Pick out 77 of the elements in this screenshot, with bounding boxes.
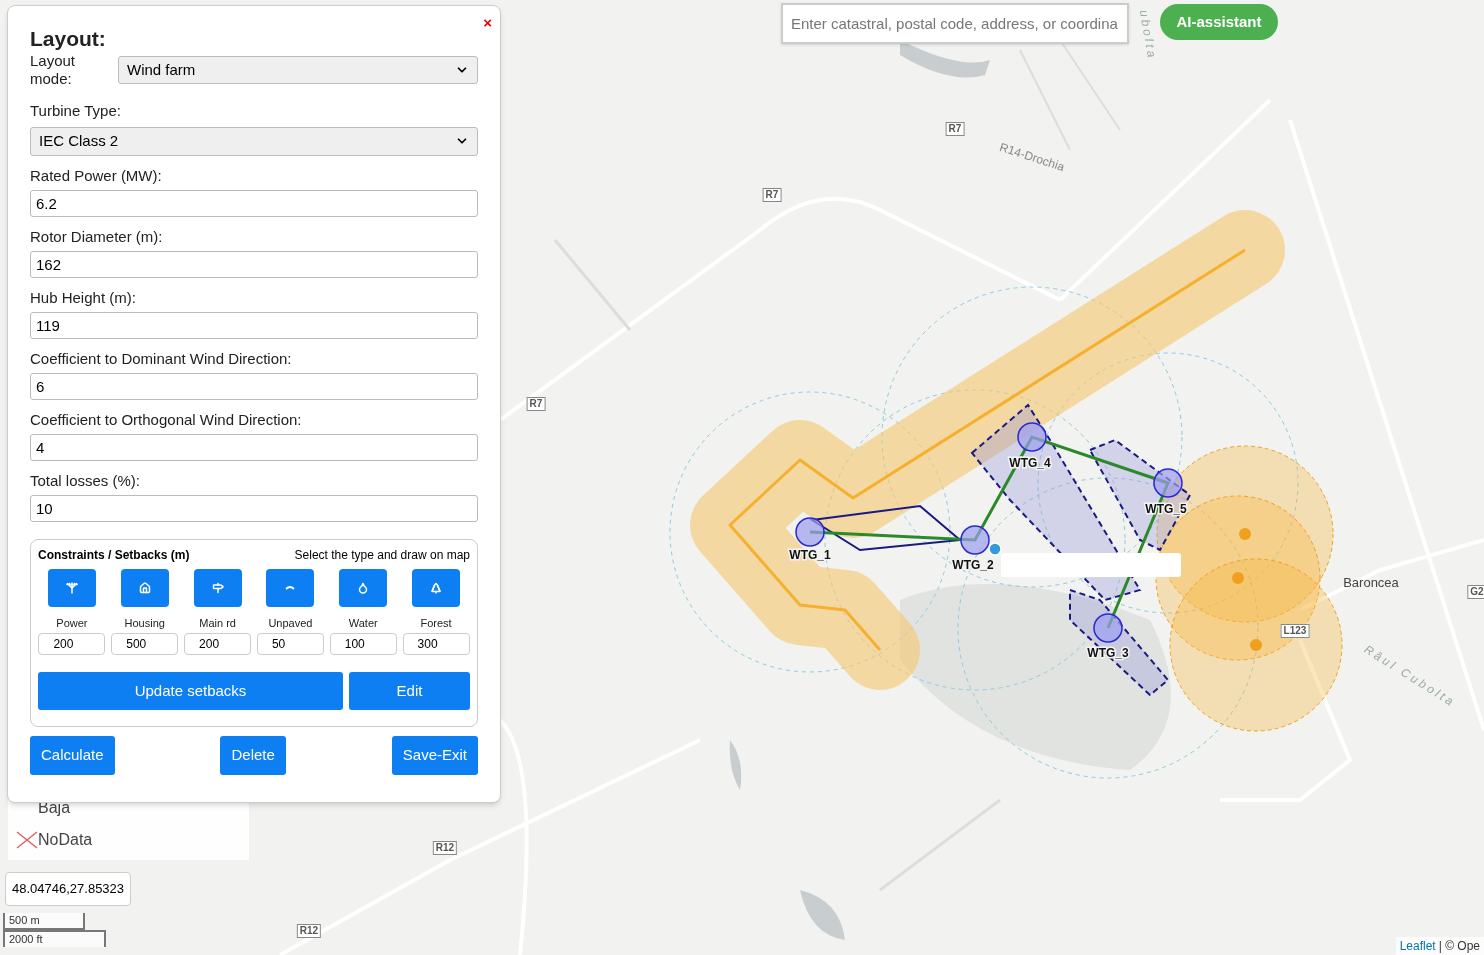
number-input[interactable]: 6.2	[30, 189, 478, 217]
utility-pole-icon	[65, 581, 78, 594]
constraint-type-button[interactable]	[266, 568, 315, 607]
constraint-type-button[interactable]	[47, 568, 96, 607]
legend-label: NoData	[38, 830, 93, 850]
scale-bar: 500 m	[3, 913, 85, 930]
number-input[interactable]: 4	[30, 433, 478, 461]
field-label: Rotor Diameter (m):	[30, 226, 164, 247]
setback-input[interactable]: 300	[402, 633, 470, 655]
road-shield: R12	[432, 841, 458, 855]
number-input[interactable]: 119	[30, 311, 478, 339]
road-shield: G2	[1467, 585, 1484, 599]
attribution-text: | © Ope	[1438, 938, 1480, 955]
constraint-type-button[interactable]	[193, 568, 242, 607]
setback-input[interactable]: 50	[256, 633, 324, 655]
setback-input[interactable]: 100	[329, 633, 397, 655]
number-input[interactable]: 162	[30, 250, 478, 278]
action-button[interactable]: Delete	[220, 736, 286, 775]
turbine-label: WTG_3	[1087, 646, 1129, 660]
number-input[interactable]: 10	[30, 494, 478, 522]
house-icon	[138, 581, 151, 594]
turbine-marker[interactable]	[960, 525, 990, 555]
action-button[interactable]: Save-Exit	[391, 736, 478, 775]
layout-mode-select[interactable]: Wind farm	[118, 56, 478, 84]
field-label: Coefficient to Orthogonal Wind Direction:	[30, 409, 303, 430]
river-label: ubolta	[1135, 8, 1161, 62]
tree-icon	[430, 581, 443, 594]
update-setbacks-button[interactable]: Update setbacks	[38, 672, 343, 710]
constraint-label: Water	[348, 615, 378, 631]
arc-icon	[285, 585, 296, 590]
field-label: Total losses (%):	[30, 470, 142, 491]
field-label: Turbine Type:	[30, 101, 122, 121]
setback-input[interactable]: 200	[38, 633, 106, 655]
constraints-hint: Select the type and draw on map	[294, 546, 470, 564]
field-label: Layout mode:	[30, 52, 77, 88]
road-shield: R7	[762, 188, 782, 202]
pond-shape	[800, 890, 845, 940]
road-shield: R7	[945, 122, 965, 136]
turbine-marker[interactable]	[795, 517, 825, 547]
constraints-title: Constraints / Setbacks (m)	[38, 546, 190, 564]
road-icon	[211, 581, 224, 594]
cross-icon	[16, 831, 38, 849]
search-field[interactable]: Enter catastral, postal code, address, or coordina	[781, 3, 1129, 44]
action-button[interactable]: Calculate	[30, 736, 115, 775]
constraint-type-button[interactable]	[339, 568, 388, 607]
panel-title: Layout:	[30, 26, 107, 52]
number-input[interactable]: 6	[30, 372, 478, 400]
road-shield: R7	[526, 397, 546, 411]
field-label: Coefficient to Dominant Wind Direction:	[30, 348, 293, 369]
scale-bar: 2000 ft	[3, 930, 106, 947]
turbine-marker[interactable]	[1093, 613, 1123, 643]
constraint-label: Power	[56, 615, 88, 631]
constraint-label: Unpaved	[268, 615, 313, 631]
location-dot	[988, 542, 1002, 556]
field-label: Hub Height (m):	[30, 287, 137, 308]
turbine-marker[interactable]	[1017, 422, 1047, 452]
close-button[interactable]: ×	[483, 15, 492, 30]
road-shield: L123	[1280, 624, 1310, 638]
coordinates-box: 48.04746,27.85323	[5, 872, 132, 906]
pond-shape	[729, 740, 742, 790]
constraint-type-button[interactable]	[412, 568, 461, 607]
edit-button[interactable]: Edit	[349, 672, 470, 710]
turbine-label: WTG_2	[952, 558, 994, 572]
place-label: Baroncea	[1343, 574, 1399, 593]
leaflet-link[interactable]: Leaflet	[1399, 937, 1436, 955]
constraint-label: Housing	[124, 615, 165, 631]
constraint-type-button[interactable]	[120, 568, 169, 607]
field-label: Rated Power (MW):	[30, 165, 163, 186]
turbine-type-select[interactable]: IEC Class 2	[30, 126, 478, 156]
droplet-icon	[357, 581, 370, 594]
constraint-label: Main rd	[199, 615, 236, 631]
setback-input[interactable]: 200	[184, 633, 252, 655]
turbine-label: WTG_1	[789, 548, 831, 562]
constraint-label: Forest	[420, 615, 452, 631]
road-shield: R12	[296, 924, 322, 938]
turbine-marker[interactable]	[1153, 468, 1183, 498]
setback-input[interactable]: 500	[111, 633, 179, 655]
